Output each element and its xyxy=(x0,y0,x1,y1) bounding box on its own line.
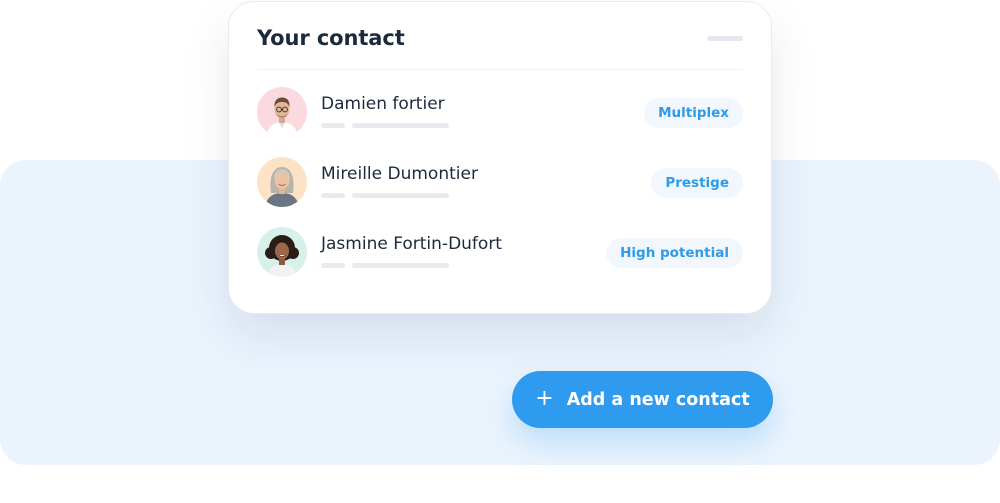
add-contact-label: Add a new contact xyxy=(566,389,750,410)
add-contact-button[interactable]: + Add a new contact xyxy=(512,371,773,428)
contact-card: Your contact Damien fortier Multiplex Mi… xyxy=(228,1,772,314)
contact-name: Jasmine Fortin-Dufort xyxy=(321,234,502,254)
divider xyxy=(257,69,743,70)
contact-tag[interactable]: Multiplex xyxy=(644,98,743,128)
avatar xyxy=(257,157,307,207)
drag-handle[interactable] xyxy=(707,36,743,41)
contact-tag[interactable]: High potential xyxy=(606,238,743,268)
avatar xyxy=(257,87,307,137)
contact-list: Damien fortier Multiplex Mireille Dumont… xyxy=(257,87,743,297)
contact-name: Mireille Dumontier xyxy=(321,164,478,184)
skeleton-line xyxy=(321,263,345,268)
contact-row[interactable]: Jasmine Fortin-Dufort High potential xyxy=(257,227,743,297)
skeleton-line xyxy=(352,263,449,268)
skeleton-line xyxy=(321,193,345,198)
card-title: Your contact xyxy=(257,26,405,50)
skeleton-line xyxy=(321,123,345,128)
avatar xyxy=(257,227,307,277)
contact-name: Damien fortier xyxy=(321,94,445,114)
contact-row[interactable]: Mireille Dumontier Prestige xyxy=(257,157,743,227)
contact-tag[interactable]: Prestige xyxy=(651,168,743,198)
skeleton-line xyxy=(352,193,449,198)
contact-row[interactable]: Damien fortier Multiplex xyxy=(257,87,743,157)
stage: Your contact Damien fortier Multiplex Mi… xyxy=(0,0,1000,503)
skeleton-line xyxy=(352,123,449,128)
plus-icon: + xyxy=(535,385,554,411)
